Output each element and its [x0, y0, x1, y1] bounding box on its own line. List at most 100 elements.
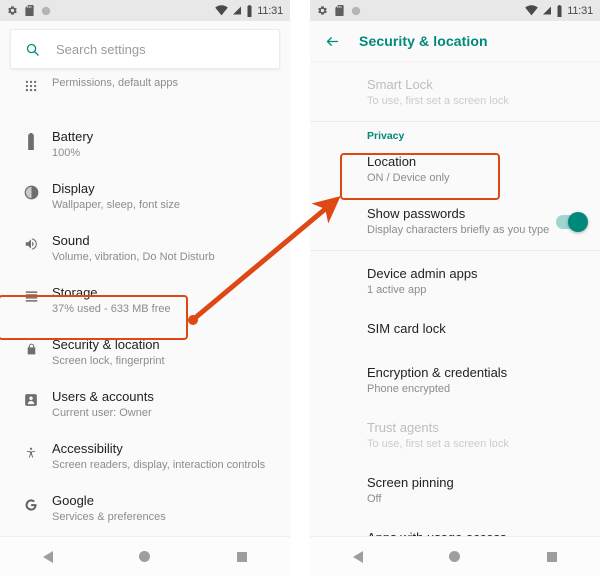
storage-icon	[14, 285, 48, 303]
search-container: Search settings	[0, 21, 290, 75]
list-item-subtitle: To use, first set a screen lock	[367, 438, 509, 450]
wifi-icon	[215, 5, 229, 16]
list-item-subtitle: Wallpaper, sleep, font size	[52, 199, 180, 211]
divider	[310, 250, 600, 251]
search-input[interactable]: Search settings	[10, 29, 280, 69]
list-item-title: SIM card lock	[367, 321, 446, 336]
lock-icon	[14, 337, 48, 357]
apps-grid-icon	[14, 75, 48, 93]
list-item-title: Security & location	[52, 337, 160, 352]
list-item-sim-card-lock[interactable]: SIM card lock	[310, 308, 600, 352]
status-bar-left: 11:31	[0, 0, 290, 21]
list-item-subtitle: To use, first set a screen lock	[367, 95, 509, 107]
nav-back-icon[interactable]	[43, 550, 54, 563]
list-item-subtitle: 100%	[52, 147, 81, 159]
left-settings-list[interactable]: Apps & notifications Permissions, defaul…	[0, 75, 290, 576]
list-item-subtitle: 1 active app	[367, 284, 427, 296]
list-item-subtitle: Display characters briefly as you type	[367, 224, 550, 236]
list-item-subtitle: Phone encrypted	[367, 383, 451, 395]
status-bar-left-icons	[7, 5, 51, 16]
list-item-title: Google	[52, 493, 94, 508]
sound-icon	[14, 233, 48, 251]
back-arrow-icon[interactable]	[324, 34, 341, 49]
list-item[interactable]: Apps & notifications Permissions, defaul…	[0, 75, 290, 119]
sdcard-icon	[335, 5, 344, 16]
section-header-privacy: Privacy	[367, 130, 405, 142]
list-item-title: Location	[367, 154, 417, 169]
person-icon	[14, 389, 48, 407]
list-item-trust-agents[interactable]: Trust agents To use, first set a screen …	[310, 407, 600, 462]
list-item-subtitle: Screen readers, display, interaction con…	[52, 459, 266, 471]
list-item-sound[interactable]: Sound Volume, vibration, Do Not Disturb	[0, 223, 290, 275]
left-phone-screen: 11:31 Search settings Apps & notificatio…	[0, 0, 290, 576]
list-item-security-and-location[interactable]: Security & location Screen lock, fingerp…	[0, 327, 290, 379]
status-bar-clock: 11:31	[257, 4, 283, 17]
page-title: Security & location	[359, 33, 488, 49]
app-bar: Security & location	[310, 21, 600, 61]
sdcard-icon	[25, 5, 34, 16]
list-item-title: Smart Lock	[367, 77, 433, 92]
signal-icon	[233, 6, 242, 15]
list-item-smart-lock[interactable]: Smart Lock To use, first set a screen lo…	[310, 63, 600, 119]
list-item-storage[interactable]: Storage 37% used - 633 MB free	[0, 275, 290, 327]
nav-home-icon[interactable]	[139, 551, 151, 562]
screenshot-stage: 11:31 Search settings Apps & notificatio…	[0, 0, 600, 576]
status-bar-right-icons: 11:31	[525, 4, 593, 17]
nav-recents-icon[interactable]	[236, 551, 247, 562]
status-bar-right: 11:31	[310, 0, 600, 21]
search-icon	[26, 43, 39, 56]
list-item-subtitle: Volume, vibration, Do Not Disturb	[52, 251, 215, 263]
list-item-title: Encryption & credentials	[367, 365, 508, 380]
accessibility-icon	[14, 441, 48, 461]
list-item-google[interactable]: Google Services & preferences	[0, 483, 290, 535]
list-item-title: Show passwords	[367, 206, 466, 221]
list-item-title: Trust agents	[367, 420, 439, 435]
google-g-icon	[14, 493, 48, 513]
list-item-subtitle: 37% used - 633 MB free	[52, 303, 171, 315]
signal-icon	[543, 6, 552, 15]
list-item-subtitle: Screen lock, fingerprint	[52, 355, 165, 367]
divider	[310, 121, 600, 122]
search-placeholder: Search settings	[56, 41, 146, 57]
list-item-title: Battery	[52, 129, 94, 144]
list-item-battery[interactable]: Battery 100%	[0, 119, 290, 171]
list-item-title: Device admin apps	[367, 266, 478, 281]
toggle-knob	[568, 212, 588, 232]
navigation-bar-left	[0, 536, 290, 576]
show-passwords-toggle[interactable]	[556, 212, 588, 232]
right-phone-screen: 11:31 Security & location Smart Lock To …	[310, 0, 600, 576]
list-item-title: Display	[52, 181, 95, 196]
list-item-title: Screen pinning	[367, 475, 454, 490]
circle-icon	[41, 6, 51, 15]
list-item-title: Storage	[52, 285, 98, 300]
list-item-subtitle: Off	[367, 493, 382, 505]
list-item-device-admin-apps[interactable]: Device admin apps 1 active app	[310, 253, 600, 308]
list-item-subtitle: Permissions, default apps	[52, 77, 178, 89]
list-item-subtitle: Services & preferences	[52, 511, 166, 523]
status-bar-right-icons: 11:31	[215, 4, 283, 17]
gear-icon	[318, 6, 327, 15]
nav-home-icon[interactable]	[449, 551, 461, 562]
panel-gap	[290, 0, 310, 576]
list-item-title: Users & accounts	[52, 389, 154, 404]
list-item-encryption-and-credentials[interactable]: Encryption & credentials Phone encrypted	[310, 352, 600, 407]
circle-icon	[351, 6, 361, 15]
list-item-location[interactable]: Location ON / Device only	[310, 144, 600, 196]
gear-icon	[8, 6, 17, 15]
battery-icon	[557, 4, 562, 17]
security-settings-list[interactable]: Smart Lock To use, first set a screen lo…	[310, 63, 600, 561]
list-item-screen-pinning[interactable]: Screen pinning Off	[310, 462, 600, 517]
status-bar-clock: 11:31	[567, 4, 593, 17]
list-item-accessibility[interactable]: Accessibility Screen readers, display, i…	[0, 431, 290, 483]
list-item-show-passwords[interactable]: Show passwords Display characters briefl…	[310, 196, 600, 248]
nav-back-icon[interactable]	[353, 550, 364, 563]
list-item-display[interactable]: Display Wallpaper, sleep, font size	[0, 171, 290, 223]
nav-recents-icon[interactable]	[546, 551, 557, 562]
status-bar-left-icons	[317, 5, 361, 16]
navigation-bar-right	[310, 536, 600, 576]
list-item-users-and-accounts[interactable]: Users & accounts Current user: Owner	[0, 379, 290, 431]
wifi-icon	[525, 5, 539, 16]
battery-icon	[14, 129, 48, 150]
list-item-subtitle: ON / Device only	[367, 172, 450, 184]
list-item-subtitle: Current user: Owner	[52, 407, 152, 419]
